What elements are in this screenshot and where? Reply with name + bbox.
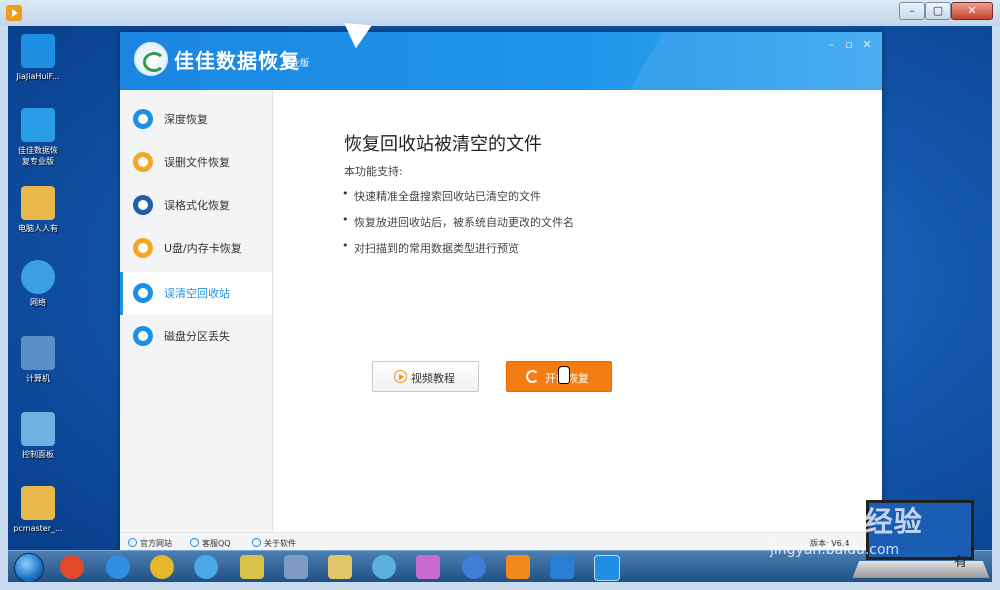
notes-app-icon[interactable]: [328, 555, 352, 579]
folder-app-icon[interactable]: [240, 555, 264, 579]
qq-icon: [190, 538, 199, 547]
format-recovery-icon: [133, 195, 153, 215]
video-tutorial-button[interactable]: 视频教程: [372, 361, 479, 392]
desktop-icon-folder-diannao[interactable]: 电脑人人有: [10, 186, 66, 234]
recycle-bin-icon: [133, 283, 153, 303]
feature-bullet: 恢复放进回收站后，被系统自动更改的文件名: [342, 213, 574, 230]
sidebar-item-label: 误清空回收站: [164, 287, 230, 300]
control-panel-icon: [21, 412, 55, 446]
player-window: – ▢ ✕ JiaJiaHuiF... 佳佳数据恢 复专业版 电脑人人有 网络 …: [0, 0, 1000, 590]
sidebar-item-label: U盘/内存卡恢复: [164, 242, 242, 255]
player-close-button[interactable]: ✕: [951, 2, 993, 20]
app-maximize-button[interactable]: ▫: [842, 38, 856, 51]
watermark-url: jingyan.baidu.com: [770, 542, 900, 558]
chrome-browser-icon[interactable]: [150, 555, 174, 579]
official-website-link[interactable]: 官方网站: [128, 538, 172, 549]
desktop-icon-jiajia[interactable]: JiaJiaHuiF...: [10, 34, 66, 82]
player-titlebar: – ▢ ✕: [0, 0, 1000, 26]
app-minimize-button[interactable]: –: [824, 38, 838, 51]
feature-bullet: 对扫描到的常用数据类型进行预览: [342, 239, 519, 256]
desktop-icon-pcmaster[interactable]: pcmaster_...: [10, 486, 66, 534]
sidebar-item-deep-recovery[interactable]: 深度恢复: [120, 98, 272, 141]
partition-icon: [133, 326, 153, 346]
jiajia-taskbar-icon[interactable]: [594, 555, 620, 581]
media-app-icon[interactable]: [462, 555, 486, 579]
network-app-icon[interactable]: [372, 555, 396, 579]
network-icon: [21, 260, 55, 294]
folder-icon: [21, 186, 55, 220]
feature-subtitle: 本功能支持:: [344, 165, 403, 178]
sidebar-item-label: 深度恢复: [164, 113, 208, 126]
desktop-icon-computer[interactable]: 计算机: [10, 336, 66, 384]
desktop-icon-control-panel[interactable]: 控制面板: [10, 412, 66, 460]
home-icon: [128, 538, 137, 547]
sidebar-item-recycle-bin[interactable]: 误清空回收站: [120, 272, 272, 315]
sidebar-item-format-recovery[interactable]: 误格式化恢复: [120, 184, 272, 227]
ie-browser-icon[interactable]: [106, 555, 130, 579]
search-app-icon[interactable]: [194, 555, 218, 579]
paint-app-icon[interactable]: [416, 555, 440, 579]
start-button[interactable]: [14, 553, 44, 582]
app-close-button[interactable]: ✕: [860, 38, 874, 51]
refresh-icon: [526, 370, 539, 383]
watermark-char: 有: [954, 555, 968, 570]
desktop: JiaJiaHuiF... 佳佳数据恢 复专业版 电脑人人有 网络 计算机 控制…: [8, 26, 992, 582]
store-app-icon[interactable]: [550, 555, 574, 579]
main-content: 恢复回收站被清空的文件 本功能支持: 快速精准全盘搜索回收站已清空的文件 恢复放…: [273, 90, 882, 532]
about-software-link[interactable]: 关于软件: [252, 538, 296, 549]
computer-icon: [21, 336, 55, 370]
player-maximize-button[interactable]: ▢: [925, 2, 951, 20]
sidebar-item-usb-card[interactable]: U盘/内存卡恢复: [120, 227, 272, 270]
player-app-icon[interactable]: [6, 5, 22, 21]
deep-recovery-icon: [133, 109, 153, 129]
player-minimize-button[interactable]: –: [899, 2, 925, 20]
deleted-file-icon: [133, 152, 153, 172]
feature-bullet: 快速精准全盘搜索回收站已清空的文件: [342, 187, 541, 204]
sidebar-item-label: 误格式化恢复: [164, 199, 230, 212]
sidebar-item-label: 磁盘分区丢失: [164, 330, 230, 343]
sidebar-item-partition[interactable]: 磁盘分区丢失: [120, 315, 272, 358]
desktop-icon-network[interactable]: 网络: [10, 260, 66, 308]
usb-card-icon: [133, 238, 153, 258]
app-header: 佳佳数据恢复 专业版 – ▫ ✕: [120, 32, 882, 90]
play-circle-icon: [394, 370, 407, 383]
info-icon: [252, 538, 261, 547]
sidebar-item-deleted-files[interactable]: 误删文件恢复: [120, 141, 272, 184]
taskbar-app-icon[interactable]: [60, 555, 84, 579]
jiajia-pro-icon: [21, 108, 55, 142]
page-title: 恢复回收站被清空的文件: [344, 134, 542, 155]
watermark-logo: Baidu经验: [770, 505, 923, 538]
folder-icon: [21, 486, 55, 520]
hand-cursor-icon: [558, 366, 570, 384]
sidebar: 深度恢复 误删文件恢复 误格式化恢复 U盘/内存卡恢复 误清空回收站 磁盘分区丢…: [120, 90, 273, 532]
utility-app-icon[interactable]: [284, 555, 308, 579]
app-logo-icon: [134, 42, 168, 76]
video-player-icon[interactable]: [506, 555, 530, 579]
recovery-app-window: 佳佳数据恢复 专业版 – ▫ ✕ 深度恢复 误删文件恢复 误格式化恢复 U盘/内…: [120, 32, 882, 555]
app-edition: 专业版: [282, 59, 310, 69]
desktop-icon-jiajia-pro[interactable]: 佳佳数据恢 复专业版: [10, 108, 66, 167]
support-qq-link[interactable]: 客服QQ: [190, 538, 231, 549]
sidebar-item-label: 误删文件恢复: [164, 156, 230, 169]
jiajia-app-icon: [21, 34, 55, 68]
